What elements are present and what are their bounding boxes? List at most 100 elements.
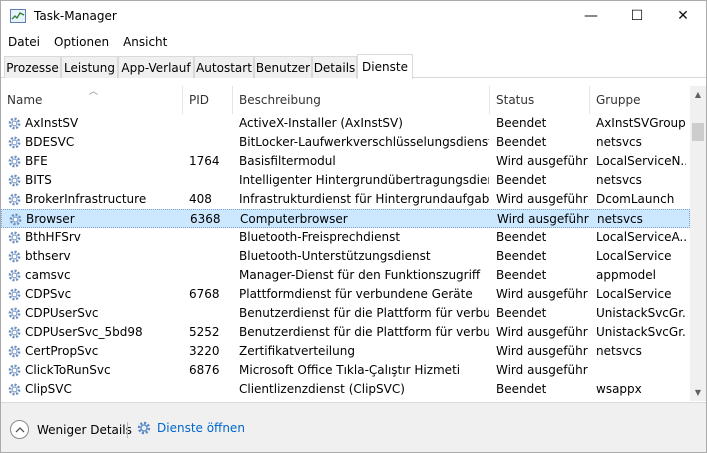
- service-description: Clientlizenzdienst (ClipSVC): [239, 382, 405, 396]
- title-bar[interactable]: Task-Manager — ☐ ✕: [1, 1, 706, 31]
- service-gear-icon: [7, 116, 22, 131]
- column-header-description-label: Beschreibung: [239, 93, 321, 107]
- menu-ansicht[interactable]: Ansicht: [123, 35, 167, 49]
- service-gear-icon: [7, 192, 22, 207]
- service-gear-icon: [7, 363, 22, 378]
- table-row[interactable]: Browser 6368 Computerbrowser Wird ausgeführ…: [1, 209, 690, 228]
- table-row[interactable]: AxInstSV ActiveX-Installer (AxInstSV) Been…: [1, 114, 690, 133]
- column-header-group-label: Gruppe: [596, 93, 641, 107]
- service-status: Wird ausgeführt: [496, 325, 588, 339]
- table-row[interactable]: CDPUserSvc_5bd98 5252 Benutzerdienst für d…: [1, 323, 690, 342]
- service-name: BrokerInfrastructure: [25, 192, 147, 206]
- fewer-details-label: Weniger Details: [37, 422, 132, 437]
- service-description: Computerbrowser: [240, 212, 348, 226]
- service-pid: [189, 171, 231, 190]
- scroll-down-arrow-icon[interactable]: ▼: [690, 384, 706, 401]
- footer-divider: [127, 422, 128, 438]
- menu-datei[interactable]: Datei: [8, 35, 40, 49]
- tab-details[interactable]: Details: [312, 56, 357, 78]
- service-description: Plattformdienst für verbundene Geräte: [239, 287, 473, 301]
- table-row[interactable]: ClickToRunSvc 6876 Microsoft Office Tıkla-…: [1, 361, 690, 380]
- maximize-button[interactable]: ☐: [614, 1, 660, 31]
- table-row[interactable]: CDPUserSvc Benutzerdienst für die Plattfo…: [1, 304, 690, 323]
- service-group: [596, 361, 686, 380]
- service-group: netsvcs: [597, 212, 643, 226]
- service-pid: [189, 114, 231, 133]
- service-status: Beendet: [496, 382, 547, 396]
- table-row[interactable]: camsvc Manager-Dienst für den Funktionszu…: [1, 266, 690, 285]
- tab-autostart[interactable]: Autostart: [194, 56, 254, 78]
- tab-benutzer[interactable]: Benutzer: [254, 56, 312, 78]
- service-name: BFE: [25, 154, 48, 168]
- service-group: netsvcs: [596, 344, 642, 358]
- service-name: CDPUserSvc_5bd98: [25, 325, 143, 339]
- service-group: appmodel: [596, 268, 656, 282]
- service-pid: [189, 247, 231, 266]
- scroll-thumb[interactable]: [692, 123, 704, 141]
- tab-bar: Prozesse Leistung App-Verlauf Autostart …: [1, 54, 706, 79]
- service-description: Benutzerdienst für die Plattform für ver…: [239, 306, 489, 320]
- table-row[interactable]: BthHFSrv Bluetooth-Freisprechdienst Beende…: [1, 228, 690, 247]
- table-row[interactable]: CertPropSvc 3220 Zertifikatverteilung Wird …: [1, 342, 690, 361]
- scroll-up-arrow-icon[interactable]: ▲: [690, 86, 706, 103]
- service-pid: [189, 380, 231, 399]
- table-row[interactable]: BITS Intelligenter Hintergrundübertragung…: [1, 171, 690, 190]
- service-status: Beendet: [496, 249, 547, 263]
- service-status: Wird ausgeführt: [496, 154, 588, 168]
- service-name: BITS: [25, 173, 52, 187]
- table-row[interactable]: BrokerInfrastructure 408 Infrastrukturdien…: [1, 190, 690, 209]
- service-pid: 6876: [189, 363, 220, 377]
- service-status: Beendet: [496, 173, 547, 187]
- service-status: Beendet: [496, 306, 547, 320]
- service-name: bthserv: [25, 249, 71, 263]
- service-gear-icon: [7, 344, 22, 359]
- service-name: ClipSVC: [25, 382, 72, 396]
- table-row[interactable]: BFE 1764 Basisfiltermodul Wird ausgeführt Lo…: [1, 152, 690, 171]
- column-header-pid[interactable]: PID: [183, 86, 233, 114]
- service-description: BitLocker-Laufwerkverschlüsselungsdienst: [239, 135, 489, 149]
- service-description: Manager-Dienst für den Funktionszugriff: [239, 268, 481, 282]
- service-description: Microsoft Office Tıkla-Çalıştır Hizmeti: [239, 363, 461, 377]
- table-row[interactable]: ClipSVC Clientlizenzdienst (ClipSVC) Beend…: [1, 380, 690, 399]
- service-status: Beendet: [496, 135, 547, 149]
- column-header-group[interactable]: Gruppe: [590, 86, 690, 114]
- column-header-name[interactable]: ︿ Name: [1, 86, 183, 114]
- service-pid: [189, 133, 231, 152]
- service-gear-icon: [7, 287, 22, 302]
- service-name: camsvc: [25, 268, 71, 282]
- menu-optionen[interactable]: Optionen: [54, 35, 109, 49]
- column-header-description[interactable]: Beschreibung: [233, 86, 490, 114]
- service-status: Wird ausgeführt: [496, 192, 588, 206]
- service-status: Wird ausgeführt: [497, 212, 589, 226]
- close-button[interactable]: ✕: [660, 1, 706, 31]
- service-pid: 3220: [189, 344, 220, 358]
- table-row[interactable]: bthserv Bluetooth-Unterstützungsdienst Bee…: [1, 247, 690, 266]
- service-group: LocalServiceA...: [596, 230, 686, 244]
- open-services-link[interactable]: Dienste öffnen: [136, 420, 245, 436]
- service-gear-icon: [7, 325, 22, 340]
- service-name: BDESVC: [25, 135, 75, 149]
- table-row[interactable]: CDPSvc 6768 Plattformdienst für verbundene…: [1, 285, 690, 304]
- service-gear-icon: [7, 382, 22, 397]
- tab-dienste[interactable]: Dienste: [357, 54, 413, 79]
- service-pid: [189, 304, 231, 323]
- vertical-scrollbar[interactable]: ▲ ▼: [690, 86, 706, 401]
- service-description: Zertifikatverteilung: [239, 344, 355, 358]
- table-row[interactable]: BDESVC BitLocker-Laufwerkverschlüsselungs…: [1, 133, 690, 152]
- column-header-status[interactable]: Status: [490, 86, 590, 114]
- window-title: Task-Manager: [34, 9, 117, 23]
- service-description: Infrastrukturdienst für Hintergrundaufga…: [239, 192, 489, 206]
- tab-app-verlauf[interactable]: App-Verlauf: [118, 56, 194, 78]
- open-services-label: Dienste öffnen: [157, 421, 245, 435]
- footer-bar: Weniger Details Dienste öffnen: [1, 402, 706, 452]
- column-header-status-label: Status: [496, 93, 535, 107]
- service-group: netsvcs: [596, 135, 642, 149]
- service-name: CDPSvc: [25, 287, 72, 301]
- tab-leistung[interactable]: Leistung: [61, 56, 118, 78]
- service-gear-icon: [7, 154, 22, 169]
- service-name: BthHFSrv: [25, 230, 81, 244]
- minimize-button[interactable]: —: [568, 1, 614, 31]
- fewer-details-button[interactable]: Weniger Details: [10, 420, 132, 439]
- services-rows: AxInstSV ActiveX-Installer (AxInstSV) Been…: [1, 114, 690, 399]
- tab-prozesse[interactable]: Prozesse: [4, 56, 61, 78]
